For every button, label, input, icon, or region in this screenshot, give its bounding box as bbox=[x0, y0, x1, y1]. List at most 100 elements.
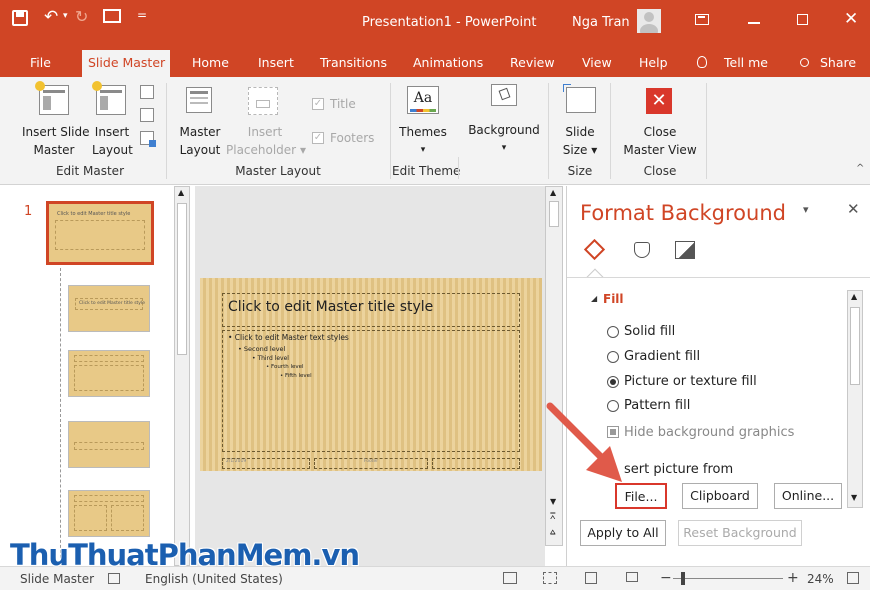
normal-view-icon[interactable] bbox=[503, 572, 517, 584]
pane-divider bbox=[567, 277, 870, 278]
tab-transitions[interactable]: Transitions bbox=[314, 50, 393, 77]
zoom-out-icon[interactable]: − bbox=[660, 570, 672, 586]
solid-fill-label[interactable]: Solid fill bbox=[624, 324, 675, 339]
tab-help[interactable]: Help bbox=[633, 50, 674, 77]
ribbon-display-icon[interactable] bbox=[695, 14, 709, 25]
share-icon[interactable] bbox=[800, 58, 809, 67]
rename-icon[interactable] bbox=[140, 108, 154, 122]
next-slide-icon[interactable]: ⩠ bbox=[550, 528, 555, 538]
effects-tab-icon[interactable] bbox=[634, 242, 650, 258]
presentation-icon[interactable] bbox=[103, 9, 121, 23]
slideshow-icon[interactable] bbox=[626, 572, 638, 582]
redo-icon[interactable]: ↻ bbox=[75, 7, 88, 26]
status-language[interactable]: English (United States) bbox=[145, 572, 283, 586]
tab-file[interactable]: File bbox=[24, 50, 57, 77]
tab-view[interactable]: View bbox=[576, 50, 618, 77]
scroll-up-icon[interactable]: ▲ bbox=[851, 292, 857, 301]
zoom-level[interactable]: 24% bbox=[807, 572, 834, 586]
insert-placeholder-button[interactable]: Insert Placeholder ▾ bbox=[226, 123, 306, 159]
thumbnail-master[interactable]: Click to edit Master title style bbox=[46, 201, 154, 265]
pane-options-dropdown-icon[interactable]: ▾ bbox=[803, 203, 809, 216]
picture-fill-label[interactable]: Picture or texture fill bbox=[624, 374, 757, 389]
close-icon[interactable]: ✕ bbox=[844, 9, 858, 29]
group-size: Size bbox=[567, 164, 593, 178]
ribbon-separator bbox=[706, 83, 707, 179]
thumbnail-layout[interactable] bbox=[68, 490, 150, 537]
fill-tab-icon[interactable] bbox=[583, 238, 606, 261]
thumbnail-scrollbar[interactable]: ▲ bbox=[174, 186, 190, 566]
collapse-ribbon-icon[interactable]: ^ bbox=[856, 163, 864, 174]
thumbnail-layout[interactable]: Click to edit Master title style bbox=[68, 285, 150, 332]
undo-dropdown-icon[interactable]: ▾ bbox=[63, 11, 68, 21]
scroll-up-icon[interactable]: ▲ bbox=[178, 188, 184, 197]
previous-slide-icon[interactable]: ⩞ bbox=[550, 512, 555, 522]
tab-tell-me[interactable]: Tell me bbox=[718, 50, 774, 77]
avatar[interactable] bbox=[637, 9, 661, 33]
picture-tab-icon[interactable] bbox=[675, 241, 695, 259]
minimize-icon[interactable] bbox=[748, 22, 760, 24]
thumbnail-master-title: Click to edit Master title style bbox=[57, 211, 131, 217]
save-icon[interactable] bbox=[12, 10, 28, 26]
footers-checkbox[interactable]: ✓ bbox=[312, 132, 324, 144]
annotation-arrow bbox=[546, 402, 622, 482]
watermark: ThuThuatPhanMem.vn bbox=[10, 538, 360, 572]
insert-placeholder-icon bbox=[248, 87, 278, 115]
title-checkbox[interactable]: ✓ bbox=[312, 98, 324, 110]
solid-fill-radio[interactable] bbox=[607, 326, 619, 338]
lightbulb-icon bbox=[697, 56, 707, 68]
scroll-down-icon[interactable]: ▼ bbox=[851, 493, 857, 502]
pane-close-icon[interactable]: ✕ bbox=[847, 200, 860, 218]
tab-share[interactable]: Share bbox=[814, 50, 862, 77]
themes-button[interactable]: Themes ▾ bbox=[396, 123, 450, 159]
customize-qat-icon[interactable]: = bbox=[137, 8, 147, 22]
picture-fill-radio[interactable] bbox=[607, 376, 619, 388]
tab-review[interactable]: Review bbox=[504, 50, 561, 77]
spellcheck-icon[interactable] bbox=[108, 573, 120, 584]
close-master-view-button[interactable]: Close Master View bbox=[620, 123, 700, 159]
gradient-fill-radio[interactable] bbox=[607, 351, 619, 363]
fill-section-header[interactable]: Fill bbox=[603, 292, 624, 306]
thumbnail-layout[interactable] bbox=[68, 350, 150, 397]
tab-insert[interactable]: Insert bbox=[252, 50, 300, 77]
footer-placeholder[interactable]: Footer bbox=[314, 458, 428, 469]
online-button[interactable]: Online... bbox=[774, 483, 842, 509]
collapse-fill-icon[interactable]: ◢ bbox=[591, 294, 597, 303]
preserve-icon[interactable] bbox=[140, 131, 156, 147]
tab-animations[interactable]: Animations bbox=[407, 50, 489, 77]
background-button[interactable]: Background ▾ bbox=[466, 121, 542, 157]
tab-home[interactable]: Home bbox=[186, 50, 235, 77]
slide-number-placeholder[interactable] bbox=[432, 458, 520, 469]
pane-scrollbar[interactable]: ▲ ▼ bbox=[847, 290, 863, 508]
zoom-slider-handle[interactable] bbox=[681, 572, 685, 585]
fit-to-window-icon[interactable] bbox=[847, 572, 859, 584]
reading-view-icon[interactable] bbox=[585, 572, 597, 584]
insert-slide-master-button[interactable]: Insert Slide Master bbox=[22, 123, 90, 159]
scroll-thumb[interactable] bbox=[177, 203, 187, 355]
clipboard-button[interactable]: Clipboard bbox=[682, 483, 758, 509]
reset-background-button[interactable]: Reset Background bbox=[678, 520, 802, 546]
thumbnail-layout[interactable] bbox=[68, 421, 150, 468]
zoom-slider[interactable] bbox=[673, 578, 783, 579]
scroll-thumb[interactable] bbox=[549, 201, 559, 227]
tab-slide-master[interactable]: Slide Master bbox=[82, 50, 170, 77]
slide-sorter-icon[interactable] bbox=[543, 572, 557, 584]
master-layout-button[interactable]: Master Layout bbox=[178, 123, 222, 159]
slide-size-label-2: Size ▾ bbox=[562, 143, 598, 157]
master-slide[interactable]: Click to edit Master title style • Click… bbox=[200, 278, 542, 471]
user-name[interactable]: Nga Tran bbox=[572, 15, 630, 30]
maximize-icon[interactable] bbox=[797, 14, 808, 25]
scroll-up-icon[interactable]: ▲ bbox=[550, 188, 556, 197]
group-edit-theme: Edit Theme bbox=[392, 164, 461, 178]
gradient-fill-label[interactable]: Gradient fill bbox=[624, 349, 700, 364]
slide-size-button[interactable]: Slide Size ▾ bbox=[560, 123, 600, 159]
scroll-thumb[interactable] bbox=[850, 307, 860, 385]
delete-icon[interactable] bbox=[140, 85, 154, 99]
insert-layout-button[interactable]: Insert Layout bbox=[92, 123, 133, 159]
hide-graphics-label[interactable]: Hide background graphics bbox=[624, 425, 794, 440]
apply-to-all-button[interactable]: Apply to All bbox=[580, 520, 666, 546]
bullet-level-2: • Second level bbox=[238, 345, 286, 353]
zoom-in-icon[interactable]: + bbox=[787, 570, 799, 586]
date-placeholder[interactable]: 2/1/2019 bbox=[222, 458, 310, 469]
master-layout-icon bbox=[186, 87, 212, 113]
undo-icon[interactable]: ↶ bbox=[44, 7, 58, 27]
